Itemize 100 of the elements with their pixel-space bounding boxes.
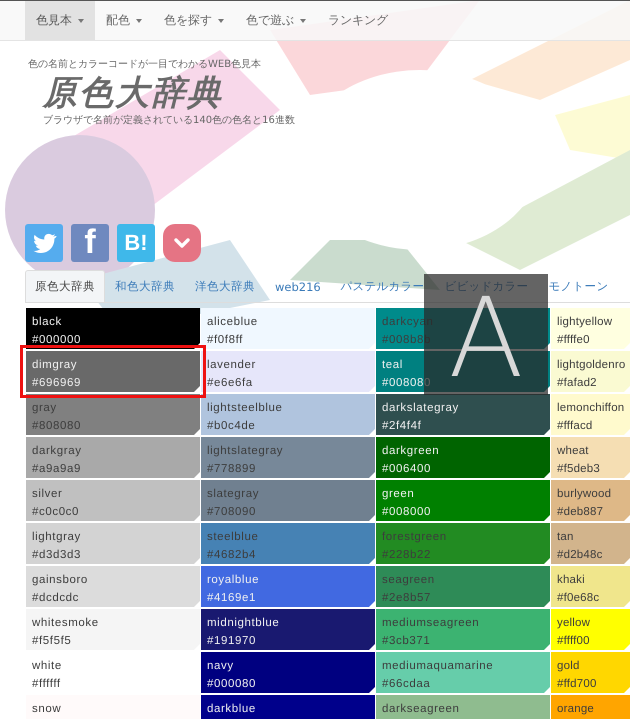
color-code: #778899 [207, 462, 257, 477]
category-tab[interactable]: 洋色大辞典 [185, 270, 265, 302]
color-code: #66cdaa [382, 677, 432, 692]
color-swatch[interactable]: yellow #ffff00 [551, 609, 630, 650]
color-name: gold [557, 659, 581, 674]
color-name: tan [557, 530, 575, 545]
color-code: #708090 [207, 505, 257, 520]
category-tab[interactable]: web216 [265, 270, 331, 302]
color-name: aliceblue [207, 315, 259, 330]
color-code: #000080 [207, 677, 257, 692]
color-code: #2f4f4f [382, 419, 422, 434]
color-swatch[interactable]: lightslategray #778899 [201, 437, 375, 478]
color-name: midnightblue [207, 616, 280, 631]
color-name: lavender [207, 358, 257, 373]
color-swatch[interactable]: silver #c0c0c0 [26, 480, 200, 521]
nav-menu-item[interactable]: 色を探す [153, 1, 235, 40]
color-name: darkgreen [382, 444, 440, 459]
color-swatch[interactable]: lightyellow #ffffe0 [551, 308, 630, 349]
color-swatch[interactable]: wheat #f5deb3 [551, 437, 630, 478]
caret-icon [300, 18, 306, 22]
color-name: royalblue [207, 573, 260, 588]
bird-icon[interactable] [25, 224, 63, 262]
color-code: #808080 [32, 419, 82, 434]
color-swatch[interactable]: gold #ffd700 [551, 652, 630, 693]
color-name: darkgray [32, 444, 83, 459]
site-tagline: 色の名前とカラーコードが一目でわかるWEB色見本 [28, 58, 262, 71]
color-swatch[interactable]: royalblue #4169e1 [201, 566, 375, 607]
pocket-chevron-icon[interactable] [163, 224, 201, 262]
color-code: #deb887 [557, 505, 604, 520]
color-name: darkslategray [382, 401, 460, 416]
color-name: gray [32, 401, 58, 416]
color-code: #ffffff [32, 677, 62, 692]
color-code: #d3d3d3 [32, 548, 82, 563]
color-swatch[interactable]: navy #000080 [201, 652, 375, 693]
color-name: lightgray [32, 530, 82, 545]
color-swatch[interactable]: dimgray #696969 [26, 351, 200, 392]
color-name: navy [207, 659, 235, 674]
color-name: teal [382, 358, 404, 373]
color-name: lightgoldenro [557, 358, 624, 373]
color-name: darkseagreen [382, 702, 461, 717]
color-code: #4169e1 [207, 591, 257, 606]
color-swatch[interactable]: black #000000 [26, 308, 200, 349]
nav-menu-item[interactable]: 配色 [95, 1, 153, 40]
color-swatch[interactable]: darkgray #a9a9a9 [26, 437, 200, 478]
category-tab[interactable]: 原色大辞典 [25, 270, 105, 302]
color-code: #ffff00 [557, 634, 591, 649]
color-name: orange [557, 702, 596, 717]
color-name: slategray [207, 487, 260, 502]
color-code: #dcdcdc [32, 591, 80, 606]
color-swatch[interactable]: lightgray #d3d3d3 [26, 523, 200, 564]
color-code: #b0c4de [207, 419, 256, 434]
color-swatch[interactable]: tan #d2b48c [551, 523, 630, 564]
caret-icon [136, 18, 142, 22]
color-swatch[interactable]: midnightblue #191970 [201, 609, 375, 650]
color-code: #fafad2 [557, 376, 598, 391]
color-swatch[interactable]: green #008000 [376, 480, 550, 521]
color-name: forestgreen [382, 530, 448, 545]
color-swatch[interactable]: darkgreen #006400 [376, 437, 550, 478]
color-code: #a9a9a9 [32, 462, 82, 477]
site-subtitle: ブラウザで名前が定義されている140色の色名と16進数 [43, 114, 296, 127]
site-logo[interactable]: 原色大辞典 [43, 73, 630, 113]
color-name: lightslategray [207, 444, 284, 459]
facebook-button[interactable]: f [71, 224, 109, 262]
color-name: lightyellow [557, 315, 614, 330]
color-code: #f0f8ff [207, 333, 244, 348]
nav-menu-item[interactable]: 色で遊ぶ [235, 1, 317, 40]
color-code: #f0e68c [557, 591, 600, 606]
color-code: #ffd700 [557, 677, 598, 692]
color-code: #4682b4 [207, 548, 257, 563]
color-code: #f5deb3 [557, 462, 601, 477]
color-swatch[interactable]: mediumseagreen #3cb371 [376, 609, 550, 650]
color-swatch[interactable]: gainsboro #dcdcdc [26, 566, 200, 607]
color-name: burlywood [557, 487, 612, 502]
color-name: lemonchiffon [557, 401, 624, 416]
color-name: snow [32, 702, 62, 717]
color-swatch[interactable]: khaki #f0e68c [551, 566, 630, 607]
color-code: #2e8b57 [382, 591, 432, 606]
color-code: #f5f5f5 [32, 634, 72, 649]
color-name: black [32, 315, 63, 330]
color-swatch[interactable]: aliceblue #f0f8ff [201, 308, 375, 349]
color-name: yellow [557, 616, 592, 631]
color-code: #3cb371 [382, 634, 432, 649]
color-swatch[interactable]: lightgoldenro #fafad2 [551, 351, 630, 392]
color-swatch[interactable]: whitesmoke #f5f5f5 [26, 609, 200, 650]
color-name: darkblue [207, 702, 257, 717]
color-swatch[interactable]: lightsteelblue #b0c4de [201, 394, 375, 435]
color-name: silver [32, 487, 64, 502]
color-code: #006400 [382, 462, 432, 477]
color-swatch[interactable]: burlywood #deb887 [551, 480, 630, 521]
color-swatch[interactable]: lavender #e6e6fa [201, 351, 375, 392]
color-code: #696969 [32, 376, 82, 391]
nav-menu-item[interactable]: ランキング [317, 1, 399, 40]
color-code: #191970 [207, 634, 257, 649]
nav-menu-item[interactable]: 色見本 [25, 1, 95, 40]
color-code: #c0c0c0 [32, 505, 80, 520]
color-name: dimgray [32, 358, 78, 373]
color-swatch[interactable]: lemonchiffon #fffacd [551, 394, 630, 435]
color-swatch[interactable]: mediumaquamarine #66cdaa [376, 652, 550, 693]
color-swatch[interactable]: darkslategray #2f4f4f [376, 394, 550, 435]
category-tab[interactable]: 和色大辞典 [105, 270, 185, 302]
